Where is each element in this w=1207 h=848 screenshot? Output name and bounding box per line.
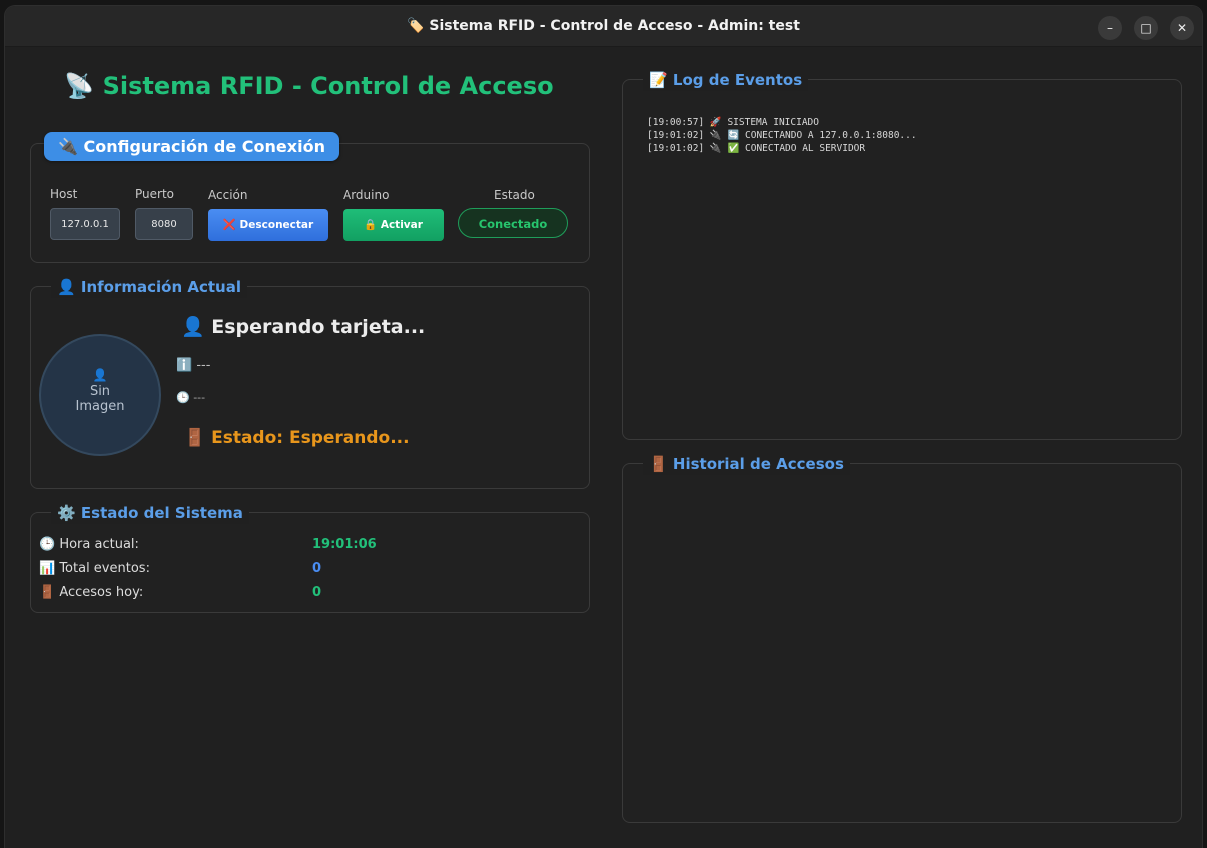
avatar: 👤 Sin Imagen <box>39 334 161 456</box>
minimize-button[interactable]: – <box>1098 16 1122 40</box>
event-log-text[interactable]: [19:00:57] 🚀 SISTEMA INICIADO [19:01:02] … <box>647 116 917 155</box>
host-input[interactable]: 127.0.0.1 <box>50 208 120 240</box>
disconnect-button[interactable]: ❌ Desconectar <box>208 209 328 241</box>
app-title: 📡 Sistema RFID - Control de Acceso <box>64 72 554 100</box>
current-time-value: 19:01:06 <box>312 537 377 552</box>
access-history-section-title: 🚪 Historial de Accesos <box>643 453 850 475</box>
avatar-text-line2: Imagen <box>75 399 125 414</box>
total-events-label: 📊 Total eventos: <box>39 561 150 576</box>
window-title: 🏷️ Sistema RFID - Control de Acceso - Ad… <box>407 18 800 34</box>
status-label: Estado <box>494 188 535 202</box>
activate-arduino-button[interactable]: 🔒 Activar <box>343 209 444 241</box>
log-line: [19:01:02] 🔌 🔄 CONECTANDO A 127.0.0.1:80… <box>647 130 917 141</box>
accesses-today-value: 0 <box>312 585 322 600</box>
close-button[interactable]: ✕ <box>1170 16 1194 40</box>
port-label: Puerto <box>135 187 174 201</box>
access-history-panel[interactable]: 🚪 Historial de Accesos <box>622 453 1182 823</box>
action-label: Acción <box>208 188 248 202</box>
card-info-line: ℹ️ --- <box>176 358 211 373</box>
card-holder-name: 👤 Esperando tarjeta... <box>181 316 426 338</box>
log-line: [19:00:57] 🚀 SISTEMA INICIADO <box>647 117 819 128</box>
event-log-section-title: 📝 Log de Eventos <box>643 69 809 91</box>
connection-section-title: 🔌 Configuración de Conexión <box>44 132 339 161</box>
title-bar[interactable]: 🏷️ Sistema RFID - Control de Acceso - Ad… <box>5 6 1202 47</box>
total-events-value: 0 <box>312 561 322 576</box>
maximize-button[interactable]: □ <box>1134 16 1158 40</box>
connection-status-badge: Conectado <box>458 208 568 238</box>
card-time-line: 🕒 --- <box>176 391 206 404</box>
arduino-label: Arduino <box>343 188 390 202</box>
accesses-today-label: 🚪 Accesos hoy: <box>39 585 144 600</box>
system-status-section-title: ⚙️ Estado del Sistema <box>51 502 249 524</box>
access-state: 🚪 Estado: Esperando... <box>184 428 410 448</box>
current-info-section-title: 👤 Información Actual <box>51 276 247 298</box>
current-time-label: 🕒 Hora actual: <box>39 537 139 552</box>
host-label: Host <box>50 187 78 201</box>
port-input[interactable]: 8080 <box>135 208 193 240</box>
avatar-text-line1: Sin <box>89 384 111 399</box>
log-line: [19:01:02] 🔌 ✅ CONECTADO AL SERVIDOR <box>647 143 866 154</box>
person-icon: 👤 <box>92 368 108 382</box>
connection-panel <box>30 143 590 263</box>
